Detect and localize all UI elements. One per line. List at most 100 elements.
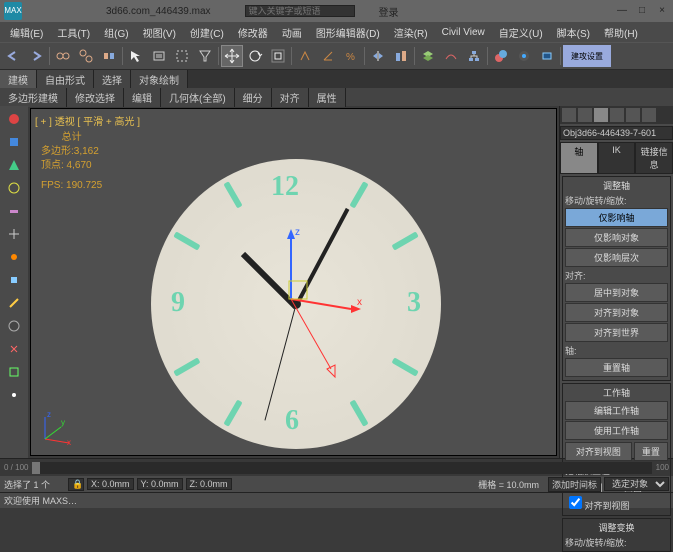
timeline[interactable]: 0 / 100 100 xyxy=(0,458,673,476)
affect-object-only-button[interactable]: 仅影响对象 xyxy=(565,228,668,247)
move-icon[interactable] xyxy=(221,45,243,67)
use-wp-button[interactable]: 使用工作轴 xyxy=(565,421,668,440)
align-to-object-button[interactable]: 对齐到对象 xyxy=(565,303,668,322)
tab-ik[interactable]: IK xyxy=(598,142,636,174)
layer-icon[interactable] xyxy=(417,45,439,67)
menu-civil[interactable]: Civil View xyxy=(436,25,491,40)
chk-align-view[interactable]: 对齐到视图 xyxy=(565,495,668,513)
quickset-button[interactable]: 建攻设置 xyxy=(563,45,611,67)
display-tab-icon[interactable] xyxy=(626,108,640,122)
schematic-icon[interactable] xyxy=(463,45,485,67)
tab-freeform[interactable]: 自由形式 xyxy=(37,70,94,89)
unlink-icon[interactable] xyxy=(75,45,97,67)
menu-create[interactable]: 创建(C) xyxy=(184,23,230,42)
align-to-world-button[interactable]: 对齐到世界 xyxy=(565,323,668,342)
select-name-icon[interactable] xyxy=(148,45,170,67)
login-link[interactable]: 登录 xyxy=(379,4,399,19)
select-region-icon[interactable] xyxy=(171,45,193,67)
hierarchy-tab-icon[interactable] xyxy=(594,108,608,122)
lt-13-icon[interactable] xyxy=(3,384,25,406)
subtab-geom[interactable]: 几何体(全部) xyxy=(161,88,235,107)
close-button[interactable]: × xyxy=(655,4,669,18)
lt-10-icon[interactable] xyxy=(3,315,25,337)
tab-link[interactable]: 链接信息 xyxy=(635,142,673,174)
lock-icon[interactable]: 🔒 xyxy=(68,478,84,491)
object-name-field[interactable] xyxy=(560,126,673,140)
transform-gizmo[interactable]: z x xyxy=(291,299,431,419)
lt-8-icon[interactable] xyxy=(3,269,25,291)
affect-hierarchy-only-button[interactable]: 仅影响层次 xyxy=(565,248,668,267)
select-icon[interactable] xyxy=(125,45,147,67)
selection-mode-dropdown[interactable]: 选定对象 xyxy=(604,477,669,491)
reset-pivot-button[interactable]: 重置轴 xyxy=(565,358,668,377)
menu-render[interactable]: 渲染(R) xyxy=(388,23,434,42)
menu-group[interactable]: 组(G) xyxy=(98,23,134,42)
viewport-label[interactable]: [ + ] 透视 [ 平滑 + 高光 ] xyxy=(35,113,140,128)
menu-edit[interactable]: 编辑(E) xyxy=(4,23,49,42)
maximize-button[interactable]: □ xyxy=(635,4,649,18)
bind-icon[interactable] xyxy=(98,45,120,67)
select-filter-icon[interactable] xyxy=(194,45,216,67)
menu-help[interactable]: 帮助(H) xyxy=(598,23,644,42)
minimize-button[interactable]: — xyxy=(615,4,629,18)
material-icon[interactable] xyxy=(490,45,512,67)
affect-pivot-only-button[interactable]: 仅影响轴 xyxy=(565,208,668,227)
undo-icon[interactable] xyxy=(2,45,24,67)
menu-anim[interactable]: 动画 xyxy=(276,23,308,42)
menu-custom[interactable]: 自定义(U) xyxy=(493,23,549,42)
center-to-object-button[interactable]: 居中到对象 xyxy=(565,283,668,302)
create-tab-icon[interactable] xyxy=(562,108,576,122)
lt-4-icon[interactable] xyxy=(3,177,25,199)
frame-slider[interactable] xyxy=(32,462,651,474)
modify-tab-icon[interactable] xyxy=(578,108,592,122)
menu-script[interactable]: 脚本(S) xyxy=(551,23,596,42)
coord-y[interactable]: Y: 0.0mm xyxy=(137,478,183,490)
link-icon[interactable] xyxy=(52,45,74,67)
lt-9-icon[interactable] xyxy=(3,292,25,314)
redo-icon[interactable] xyxy=(25,45,47,67)
subtab-subdiv[interactable]: 细分 xyxy=(235,88,272,107)
viewport-axis-icon: z x y xyxy=(37,407,77,447)
tab-objpaint[interactable]: 对象绘制 xyxy=(131,70,188,89)
subtab-poly[interactable]: 多边形建模 xyxy=(0,88,67,107)
tab-pivot[interactable]: 轴 xyxy=(560,142,598,174)
mirror-icon[interactable] xyxy=(367,45,389,67)
render-setup-icon[interactable] xyxy=(513,45,535,67)
subtab-edit[interactable]: 编辑 xyxy=(124,88,161,107)
subtab-prop[interactable]: 属性 xyxy=(309,88,346,107)
rotate-icon[interactable] xyxy=(244,45,266,67)
align-icon[interactable] xyxy=(390,45,412,67)
lt-7-icon[interactable] xyxy=(3,246,25,268)
search-input[interactable] xyxy=(245,5,355,17)
menu-modifier[interactable]: 修改器 xyxy=(232,23,274,42)
tab-select[interactable]: 选择 xyxy=(94,70,131,89)
menu-tools[interactable]: 工具(T) xyxy=(51,23,96,42)
scale-icon[interactable] xyxy=(267,45,289,67)
lt-12-icon[interactable] xyxy=(3,361,25,383)
snap-icon[interactable] xyxy=(294,45,316,67)
curve-editor-icon[interactable] xyxy=(440,45,462,67)
motion-tab-icon[interactable] xyxy=(610,108,624,122)
lt-11-icon[interactable] xyxy=(3,338,25,360)
lt-2-icon[interactable] xyxy=(3,131,25,153)
tab-modeling[interactable]: 建模 xyxy=(0,70,37,89)
reset-wp-button[interactable]: 重置 xyxy=(634,442,668,461)
lt-3-icon[interactable] xyxy=(3,154,25,176)
add-time-tag[interactable]: 添加时间标 xyxy=(548,477,601,492)
lt-5-icon[interactable] xyxy=(3,200,25,222)
angle-snap-icon[interactable] xyxy=(317,45,339,67)
align-to-view-button[interactable]: 对齐到视图 xyxy=(565,442,632,461)
edit-wp-button[interactable]: 编辑工作轴 xyxy=(565,401,668,420)
menu-graph[interactable]: 图形编辑器(D) xyxy=(310,23,386,42)
viewport[interactable]: [ + ] 透视 [ 平滑 + 高光 ] 总计 多边形:3,162 顶点: 4,… xyxy=(30,108,557,456)
coord-x[interactable]: X: 0.0mm xyxy=(87,478,134,490)
lt-6-icon[interactable] xyxy=(3,223,25,245)
subtab-align[interactable]: 对齐 xyxy=(272,88,309,107)
render-icon[interactable] xyxy=(536,45,558,67)
subtab-modsel[interactable]: 修改选择 xyxy=(67,88,124,107)
menu-view[interactable]: 视图(V) xyxy=(137,23,182,42)
utility-tab-icon[interactable] xyxy=(642,108,656,122)
percent-snap-icon[interactable]: % xyxy=(340,45,362,67)
lt-1-icon[interactable] xyxy=(3,108,25,130)
coord-z[interactable]: Z: 0.0mm xyxy=(186,478,232,490)
